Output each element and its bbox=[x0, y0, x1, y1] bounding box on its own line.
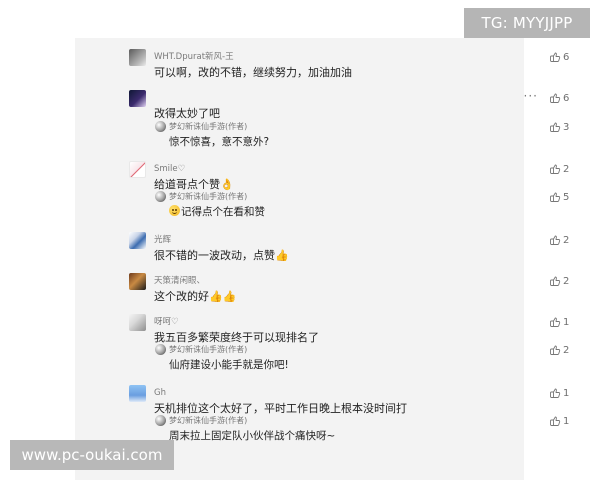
reply-text: 惊不惊喜，意不意外? bbox=[169, 136, 270, 148]
smile-emoji-icon bbox=[169, 205, 180, 216]
comment-header: ··· 6 bbox=[129, 89, 569, 107]
thumb-up-icon bbox=[550, 276, 561, 286]
author-avatar-icon[interactable] bbox=[155, 415, 166, 426]
reply-user[interactable]: 梦幻新诛仙手游(作者) bbox=[169, 119, 247, 135]
comment-like-button[interactable]: 2 bbox=[549, 162, 571, 176]
comment-item: 光辉 2 很不错的一波改动，点赞👍 bbox=[129, 231, 569, 263]
comment-text: 这个改的好👍👍 bbox=[154, 290, 237, 303]
author-reply: 梦幻新诛仙手游(作者) 5 记得点个在看和赞 bbox=[155, 189, 569, 219]
reply-text: 记得点个在看和赞 bbox=[169, 205, 509, 219]
comment-text: 很不错的一波改动，点赞👍 bbox=[154, 249, 289, 262]
reply-header: 梦幻新诛仙手游(作者) 3 bbox=[155, 119, 569, 135]
avatar-purple-icon[interactable] bbox=[129, 90, 146, 107]
comment-user[interactable]: WHT.Dpurat新风-王 bbox=[154, 48, 234, 66]
site-watermark: www.pc-oukai.com bbox=[10, 440, 174, 470]
comment-user[interactable]: 呀呵♡ bbox=[154, 313, 179, 331]
reply-message: 记得点个在看和赞 bbox=[181, 206, 265, 218]
thumb-up-icon bbox=[550, 192, 561, 202]
like-count: 2 bbox=[563, 275, 570, 287]
thumb-up-icon bbox=[550, 235, 561, 245]
author-reply: 梦幻新诛仙手游(作者) 3 惊不惊喜，意不意外? bbox=[155, 119, 569, 149]
reply-text: 周末拉上固定队小伙伴战个痛快呀~ bbox=[169, 430, 336, 442]
comment-user[interactable]: Smile♡ bbox=[154, 160, 185, 178]
screenshot-page: TG: MYYJJPP www.pc-oukai.com WHT.Dpurat新… bbox=[0, 0, 600, 480]
comment-header: Gh 1 bbox=[129, 384, 569, 402]
like-count: 2 bbox=[563, 344, 570, 356]
comment-item: Smile♡ 2 给道哥点个赞👌 bbox=[129, 160, 569, 192]
reply-header: 梦幻新诛仙手游(作者) 2 bbox=[155, 342, 569, 358]
comment-like-button[interactable]: 2 bbox=[549, 274, 571, 288]
reply-like-button[interactable]: 1 bbox=[549, 414, 571, 428]
avatar-gray-icon[interactable] bbox=[129, 49, 146, 66]
thumb-up-icon bbox=[550, 416, 561, 426]
like-count: 1 bbox=[563, 316, 570, 328]
comment-item: ··· 6 改得太妙了吧 bbox=[129, 89, 569, 121]
comment-like-button[interactable]: 1 bbox=[549, 315, 571, 329]
more-options-icon[interactable]: ··· bbox=[524, 90, 538, 102]
like-count: 1 bbox=[563, 387, 570, 399]
avatar-white-red-icon[interactable] bbox=[129, 161, 146, 178]
comment-item: 天策清闲眼、 2 这个改的好👍👍 bbox=[129, 272, 569, 304]
comment-like-button[interactable]: 6 bbox=[549, 91, 571, 105]
comment-user[interactable]: 天策清闲眼、 bbox=[154, 272, 205, 290]
comment-header: 光辉 2 bbox=[129, 231, 569, 249]
like-count: 6 bbox=[563, 51, 570, 63]
telegram-watermark: TG: MYYJJPP bbox=[464, 8, 590, 38]
reply-like-button[interactable]: 3 bbox=[549, 120, 571, 134]
like-count: 5 bbox=[563, 191, 570, 203]
author-reply: 梦幻新诛仙手游(作者) 2 仙府建设小能手就是你吧! bbox=[155, 342, 569, 372]
thumb-up-icon bbox=[550, 388, 561, 398]
author-avatar-icon[interactable] bbox=[155, 191, 166, 202]
reply-header: 梦幻新诛仙手游(作者) 1 bbox=[155, 413, 569, 429]
comment-like-button[interactable]: 6 bbox=[549, 50, 571, 64]
reply-user[interactable]: 梦幻新诛仙手游(作者) bbox=[169, 189, 247, 205]
reply-user[interactable]: 梦幻新诛仙手游(作者) bbox=[169, 413, 247, 429]
like-count: 1 bbox=[563, 415, 570, 427]
avatar-light-gray-icon[interactable] bbox=[129, 314, 146, 331]
comment-item: 呀呵♡ 1 我五百多繁荣度终于可以现排名了 bbox=[129, 313, 569, 345]
comment-header: 呀呵♡ 1 bbox=[129, 313, 569, 331]
comment-text: 可以啊，改的不错，继续努力，加油加油 bbox=[154, 66, 352, 79]
comment-header: 天策清闲眼、 2 bbox=[129, 272, 569, 290]
avatar-blue-icon[interactable] bbox=[129, 232, 146, 249]
thumb-up-icon bbox=[550, 52, 561, 62]
author-avatar-icon[interactable] bbox=[155, 344, 166, 355]
comment-like-button[interactable]: 2 bbox=[549, 233, 571, 247]
reply-header: 梦幻新诛仙手游(作者) 5 bbox=[155, 189, 569, 205]
avatar-sky-icon[interactable] bbox=[129, 385, 146, 402]
comment-header: Smile♡ 2 bbox=[129, 160, 569, 178]
comment-item: WHT.Dpurat新风-王 6 可以啊，改的不错，继续努力，加油加油 bbox=[129, 48, 569, 80]
like-count: 2 bbox=[563, 234, 570, 246]
thumb-up-icon bbox=[550, 93, 561, 103]
author-reply: 梦幻新诛仙手游(作者) 1 周末拉上固定队小伙伴战个痛快呀~ bbox=[155, 413, 569, 443]
like-count: 3 bbox=[563, 121, 570, 133]
like-count: 6 bbox=[563, 92, 570, 104]
thumb-up-icon bbox=[550, 317, 561, 327]
reply-like-button[interactable]: 2 bbox=[549, 343, 571, 357]
comment-item: Gh 1 天机排位这个太好了，平时工作日晚上根本没时间打 bbox=[129, 384, 569, 416]
avatar-brown-icon[interactable] bbox=[129, 273, 146, 290]
thumb-up-icon bbox=[550, 122, 561, 132]
comment-user[interactable]: 光辉 bbox=[154, 231, 171, 249]
comment-user[interactable]: Gh bbox=[154, 384, 166, 402]
comment-header: WHT.Dpurat新风-王 6 bbox=[129, 48, 569, 66]
reply-user[interactable]: 梦幻新诛仙手游(作者) bbox=[169, 342, 247, 358]
thumb-up-icon bbox=[550, 345, 561, 355]
comment-like-button[interactable]: 1 bbox=[549, 386, 571, 400]
like-count: 2 bbox=[563, 163, 570, 175]
reply-text: 仙府建设小能手就是你吧! bbox=[169, 359, 289, 371]
thumb-up-icon bbox=[550, 164, 561, 174]
author-avatar-icon[interactable] bbox=[155, 121, 166, 132]
reply-like-button[interactable]: 5 bbox=[549, 190, 571, 204]
